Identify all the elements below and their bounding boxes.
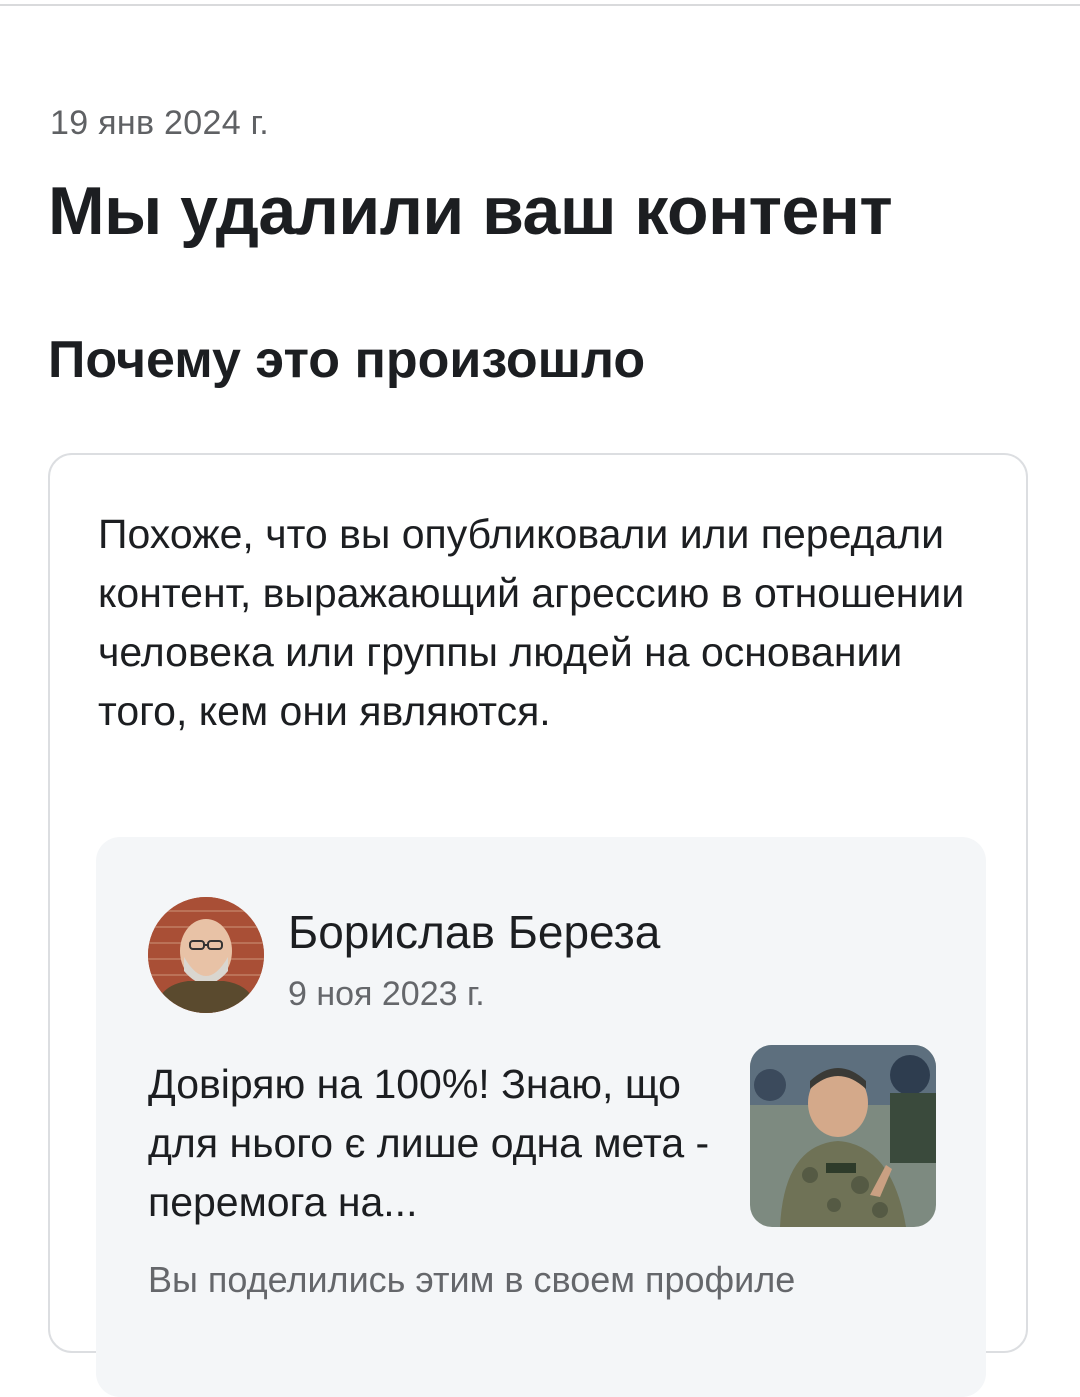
post-date: 9 ноя 2023 г.	[288, 975, 485, 1013]
shared-on-profile-note: Вы поделились этим в своем профиле	[148, 1259, 796, 1300]
page-title: Мы удалили ваш контент	[48, 173, 893, 249]
post-text: Довіряю на 100%! Знаю, що для нього є ли…	[148, 1061, 710, 1225]
post-author-name[interactable]: Борислав Береза	[288, 905, 660, 959]
section-title: Почему это произошло	[48, 331, 646, 389]
reason-card: Похоже, что вы опубликовали или передали…	[48, 453, 1028, 1397]
post-thumbnail-icon[interactable]	[750, 1045, 936, 1227]
reason-text: Похоже, что вы опубликовали или передали…	[98, 511, 965, 734]
removed-post-preview[interactable]: Борислав Береза 9 ноя 2023 г. Довіряю на…	[96, 837, 986, 1397]
top-divider	[0, 4, 1080, 6]
notice-date: 19 янв 2024 г.	[50, 104, 269, 142]
author-avatar-icon	[148, 897, 264, 1013]
